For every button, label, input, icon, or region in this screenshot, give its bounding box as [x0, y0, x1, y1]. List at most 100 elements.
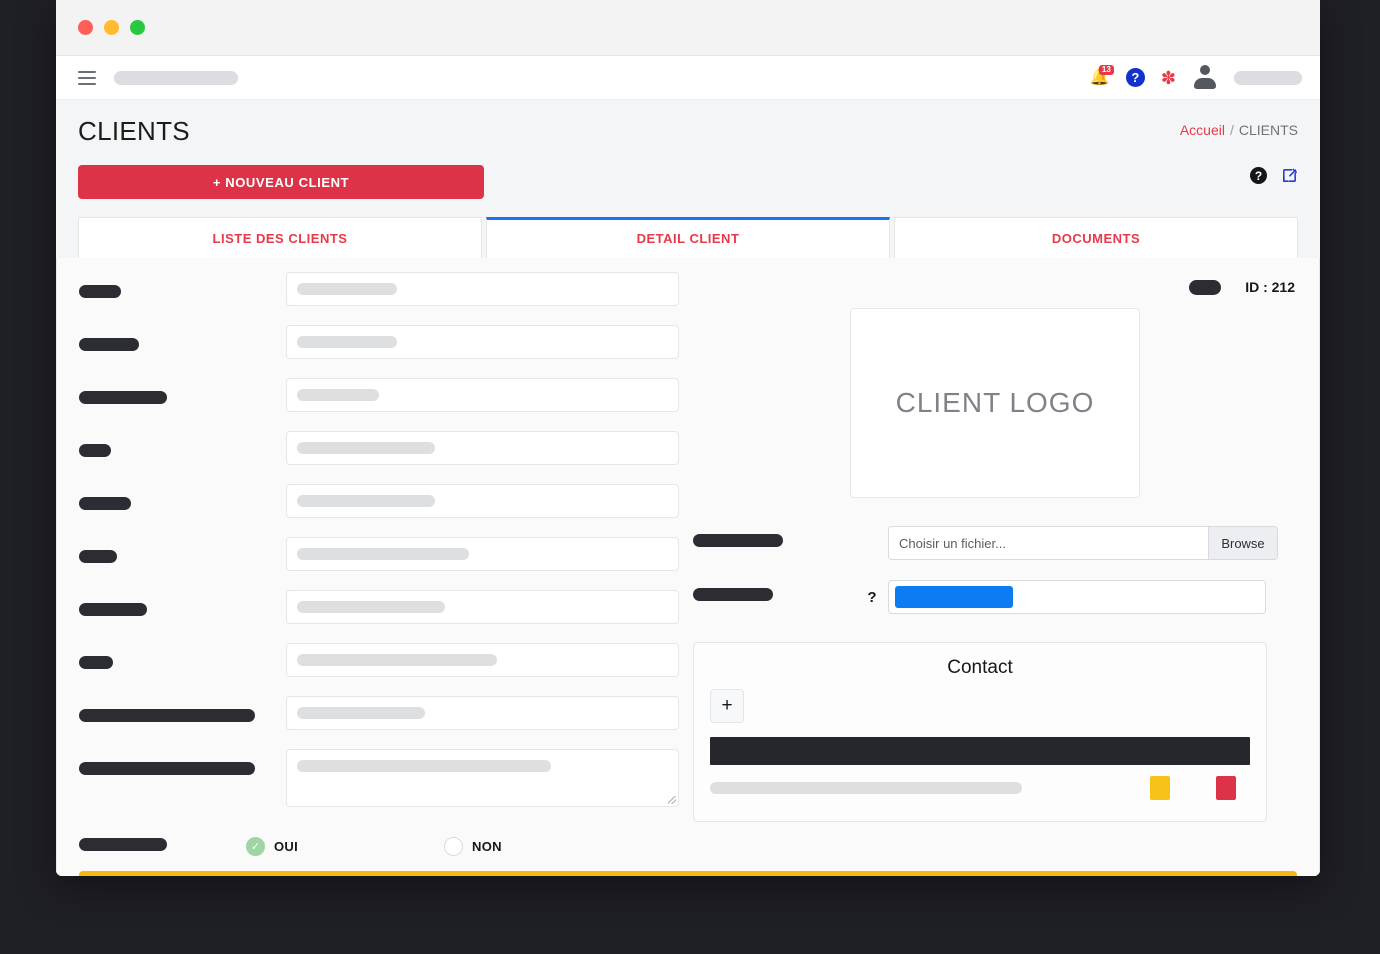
window-close-button[interactable]: [78, 20, 93, 35]
redacted-label: [79, 338, 139, 351]
field-label: [79, 431, 286, 462]
resize-handle[interactable]: [668, 796, 676, 804]
redacted-value: [297, 601, 445, 613]
user-avatar-icon[interactable]: [1192, 64, 1218, 91]
add-contact-button[interactable]: +: [710, 689, 744, 723]
help-circle-icon[interactable]: ?: [1250, 167, 1267, 184]
redacted-label: [79, 550, 117, 563]
text-input[interactable]: [286, 484, 679, 518]
tab-detail-client[interactable]: DETAIL CLIENT: [486, 217, 890, 258]
text-input[interactable]: [286, 431, 679, 465]
page-action-row: + NOUVEAU CLIENT ?: [78, 165, 1298, 217]
notification-badge: 13: [1098, 64, 1114, 76]
redacted-label: [79, 837, 167, 851]
table-header-row: [710, 737, 1250, 765]
field-label: [693, 588, 856, 606]
redacted-label: [79, 391, 167, 404]
page-header: CLIENTS Accueil / CLIENTS + NOUVEAU CLIENT…: [56, 100, 1320, 217]
new-client-button[interactable]: + NOUVEAU CLIENT: [78, 165, 484, 199]
client-detail-form: ✓ OUI NON ID : 212 CLIENT LOGO Choisir u…: [56, 258, 1320, 876]
textarea-input[interactable]: [286, 749, 679, 807]
radio-label-non: NON: [472, 839, 502, 854]
field-label: [79, 325, 286, 356]
contact-panel: Contact +: [693, 642, 1267, 822]
browse-button[interactable]: Browse: [1209, 527, 1277, 559]
navbar-brand-placeholder: [114, 70, 238, 85]
tab-liste-des-clients[interactable]: LISTE DES CLIENTS: [78, 217, 482, 258]
breadcrumb-separator: /: [1229, 122, 1234, 138]
field-label: [79, 696, 286, 727]
file-input[interactable]: Choisir un fichier...: [889, 527, 1209, 559]
breadcrumb: Accueil / CLIENTS: [1180, 122, 1298, 138]
contact-table: [710, 737, 1250, 803]
radio-option-non[interactable]: NON: [444, 837, 502, 856]
redacted-value: [297, 760, 551, 772]
hamburger-menu-icon[interactable]: [78, 70, 96, 85]
redacted-label: [693, 534, 783, 547]
form-field-row: [79, 590, 679, 643]
text-input[interactable]: [286, 325, 679, 359]
consent-radio-row: ✓ OUI NON: [79, 837, 679, 856]
redacted-value: [297, 495, 435, 507]
delete-row-button[interactable]: [1216, 776, 1236, 800]
redacted-value: [297, 707, 425, 719]
app-navbar: 🔔 13 ? ✽: [56, 56, 1320, 100]
redacted-label: [79, 709, 255, 722]
radio-check-icon: ✓: [246, 837, 265, 856]
form-field-row: [79, 431, 679, 484]
redacted-value: [297, 548, 469, 560]
help-circle-icon[interactable]: ?: [1125, 68, 1145, 87]
text-input[interactable]: [286, 590, 679, 624]
field-label: [79, 484, 286, 515]
field-label: [79, 837, 246, 856]
edit-row-button[interactable]: [1150, 776, 1170, 800]
selected-tag-chip[interactable]: [895, 586, 1013, 608]
detail-tabs: LISTE DES CLIENTS DETAIL CLIENT DOCUMENT…: [56, 217, 1320, 258]
redacted-label: [79, 444, 111, 457]
page-header-tools: ?: [1250, 167, 1298, 184]
field-label: [79, 272, 286, 303]
logo-upload-row: Choisir un fichier... Browse: [693, 526, 1297, 560]
text-input[interactable]: [286, 378, 679, 412]
redacted-value: [297, 389, 379, 401]
breadcrumb-current: CLIENTS: [1238, 122, 1298, 138]
contact-panel-title: Contact: [947, 657, 1013, 678]
text-input[interactable]: [286, 643, 679, 677]
breadcrumb-home-link[interactable]: Accueil: [1180, 122, 1225, 138]
edit-square-icon[interactable]: [1281, 167, 1298, 184]
text-input[interactable]: [286, 696, 679, 730]
window-maximize-button[interactable]: [130, 20, 145, 35]
redacted-label: [693, 588, 773, 601]
form-field-row: [79, 643, 679, 696]
redacted-value: [297, 283, 397, 295]
notifications-button[interactable]: 🔔 13: [1090, 64, 1114, 89]
form-field-row: [79, 325, 679, 378]
gear-icon[interactable]: ✽: [1161, 69, 1176, 87]
form-left-column: ✓ OUI NON: [79, 272, 679, 856]
table-row: [710, 765, 1250, 803]
window-titlebar: [56, 0, 1320, 56]
redacted-label: [79, 603, 147, 616]
redacted-value: [297, 442, 435, 454]
form-field-row: [79, 537, 679, 590]
client-logo-placeholder[interactable]: CLIENT LOGO: [850, 308, 1140, 498]
client-id-label: ID :: [1245, 279, 1268, 295]
tag-input[interactable]: [888, 580, 1266, 614]
redacted-label: [79, 497, 131, 510]
text-input[interactable]: [286, 537, 679, 571]
radio-empty-icon: [444, 837, 464, 856]
window-minimize-button[interactable]: [104, 20, 119, 35]
navbar-actions: 🔔 13 ? ✽: [1090, 64, 1302, 91]
submit-button[interactable]: Valider: [79, 871, 1297, 876]
file-upload-group[interactable]: Choisir un fichier... Browse: [888, 526, 1278, 560]
form-field-row: [79, 378, 679, 431]
client-id-value: 212: [1271, 279, 1295, 295]
radio-option-oui[interactable]: ✓ OUI: [246, 837, 298, 856]
field-label: [693, 534, 888, 552]
text-input[interactable]: [286, 272, 679, 306]
client-id-text: ID : 212: [1245, 279, 1295, 295]
help-question-icon[interactable]: ?: [856, 589, 888, 606]
tab-documents[interactable]: DOCUMENTS: [894, 217, 1298, 258]
form-field-row: [79, 484, 679, 537]
field-label: [79, 643, 286, 674]
